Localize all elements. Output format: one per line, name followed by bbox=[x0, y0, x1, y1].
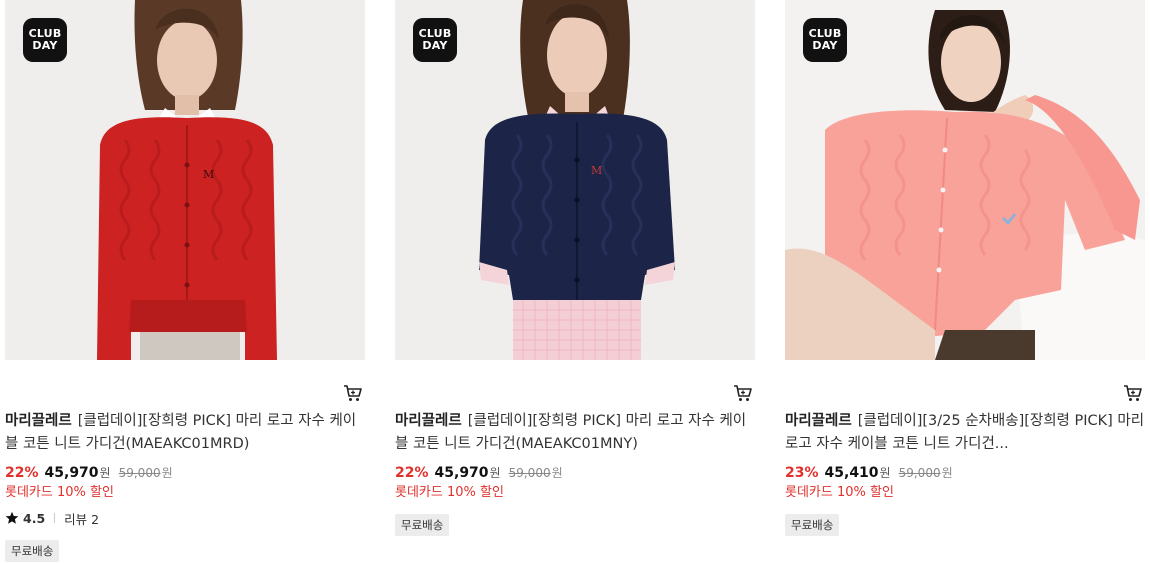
cart-row bbox=[395, 360, 755, 401]
currency-unit: 원 bbox=[99, 466, 111, 480]
price-row: 22% 45,970 원 59,000 원 bbox=[5, 464, 365, 482]
badge-wrap: 무료배송 bbox=[395, 504, 755, 536]
svg-text:M: M bbox=[591, 164, 602, 177]
club-day-badge: CLUB DAY bbox=[803, 18, 847, 62]
product-image[interactable]: M CLUB DAY bbox=[395, 0, 755, 360]
original-currency-unit: 원 bbox=[941, 466, 953, 480]
brand-name: 마리끌레르 bbox=[785, 413, 852, 429]
star-icon bbox=[5, 511, 19, 524]
discount-rate: 23% bbox=[785, 465, 819, 481]
original-currency-unit: 원 bbox=[551, 466, 563, 480]
product-title[interactable]: 마리끌레르 [클럽데이][3/25 순차배송][장희령 PICK] 마리 로고 자… bbox=[785, 410, 1145, 456]
sale-price: 45,970 bbox=[434, 465, 489, 481]
product-image[interactable]: M CLUB DAY bbox=[5, 0, 365, 360]
badge-wrap: 무료배송 bbox=[5, 530, 365, 562]
original-price: 59,000 bbox=[898, 466, 941, 480]
divider bbox=[54, 513, 56, 523]
cart-icon[interactable] bbox=[733, 384, 753, 402]
product-title[interactable]: 마리끌레르 [클럽데이][장희령 PICK] 마리 로고 자수 케이블 코튼 니트… bbox=[395, 410, 755, 456]
currency-unit: 원 bbox=[489, 466, 501, 480]
svg-text:M: M bbox=[203, 168, 214, 181]
club-day-line2: DAY bbox=[812, 39, 838, 52]
free-shipping-badge: 무료배송 bbox=[395, 514, 450, 536]
sale-price: 45,970 bbox=[44, 465, 99, 481]
club-day-badge: CLUB DAY bbox=[23, 18, 67, 62]
card-promo: 롯데카드 10% 할인 bbox=[395, 485, 504, 500]
discount-rate: 22% bbox=[395, 465, 429, 481]
price-row: 22% 45,970 원 59,000 원 bbox=[395, 464, 755, 482]
product-image[interactable]: CLUB DAY bbox=[785, 0, 1145, 360]
cart-row bbox=[5, 360, 365, 401]
free-shipping-badge: 무료배송 bbox=[785, 514, 840, 536]
review-count: 리뷰 2 bbox=[64, 511, 100, 527]
club-day-line2: DAY bbox=[422, 39, 448, 52]
original-price: 59,000 bbox=[508, 466, 551, 480]
card-promo: 롯데카드 10% 할인 bbox=[785, 485, 894, 500]
product-grid: M CLUB DAY 마리끌레르 [클럽데이][장희령 PICK] 마리 로고 자… bbox=[0, 0, 1150, 564]
club-day-line2: DAY bbox=[32, 39, 58, 52]
cart-row bbox=[785, 360, 1145, 401]
product-title[interactable]: 마리끌레르 [클럽데이][장희령 PICK] 마리 로고 자수 케이블 코튼 니트… bbox=[5, 410, 365, 456]
original-currency-unit: 원 bbox=[161, 466, 173, 480]
product-card[interactable]: M CLUB DAY 마리끌레르 [클럽데이][장희령 PICK] 마리 로고 자… bbox=[395, 0, 755, 536]
club-day-badge: CLUB DAY bbox=[413, 18, 457, 62]
cart-icon[interactable] bbox=[343, 384, 363, 402]
brand-name: 마리끌레르 bbox=[395, 413, 462, 429]
card-promo: 롯데카드 10% 할인 bbox=[5, 485, 114, 500]
cart-icon[interactable] bbox=[1123, 384, 1143, 402]
original-price: 59,000 bbox=[118, 466, 161, 480]
badge-wrap: 무료배송 bbox=[785, 504, 1145, 536]
price-row: 23% 45,410 원 59,000 원 bbox=[785, 464, 1145, 482]
brand-name: 마리끌레르 bbox=[5, 413, 72, 429]
product-card[interactable]: CLUB DAY 마리끌레르 [클럽데이][3/25 순차배송][장희령 PICK… bbox=[785, 0, 1145, 536]
sale-price: 45,410 bbox=[824, 465, 879, 481]
currency-unit: 원 bbox=[879, 466, 891, 480]
review-row[interactable]: 4.5 리뷰 2 bbox=[5, 508, 365, 528]
product-card[interactable]: M CLUB DAY 마리끌레르 [클럽데이][장희령 PICK] 마리 로고 자… bbox=[5, 0, 365, 562]
rating-value: 4.5 bbox=[23, 510, 46, 526]
free-shipping-badge: 무료배송 bbox=[5, 540, 60, 562]
discount-rate: 22% bbox=[5, 465, 39, 481]
